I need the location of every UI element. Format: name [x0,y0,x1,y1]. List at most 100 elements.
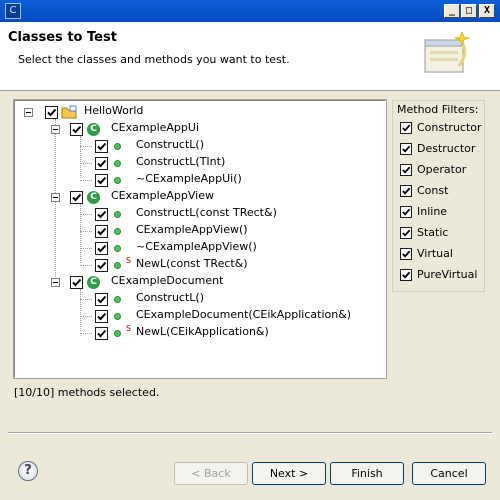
filter-label: Constructor [417,121,482,134]
method-icon [114,313,121,320]
method-checkbox[interactable] [95,310,108,323]
check-mark-icon [402,187,411,195]
title-bar[interactable] [0,0,500,22]
method-checkbox[interactable] [95,327,108,340]
check-mark-icon [97,329,107,338]
filter-checkbox[interactable] [400,185,412,197]
method-checkbox[interactable] [95,140,108,153]
maximize-button[interactable]: □ [461,4,477,18]
method-checkbox[interactable] [95,259,108,272]
method-icon [114,262,121,269]
project-folder-icon [61,105,77,119]
root-label: HelloWorld [84,104,144,117]
method-checkbox[interactable] [95,225,108,238]
cancel-button[interactable]: Cancel [412,462,486,485]
minimize-button[interactable]: _ [444,4,460,18]
method-icon [114,211,121,218]
static-marker: S [126,324,132,333]
method-icon [114,330,121,337]
method-label: ~CExampleAppUi() [136,172,242,185]
check-mark-icon [402,208,411,216]
check-mark-icon [97,210,107,219]
check-mark-icon [97,159,107,168]
class-checkbox[interactable] [70,191,83,204]
filter-label: Inline [417,205,448,218]
tree-line [80,265,92,266]
finish-button[interactable]: Finish [330,462,404,485]
selection-status: [10/10] methods selected. [14,386,160,399]
check-mark-icon [402,271,411,279]
check-mark-icon [97,176,107,185]
check-mark-icon [97,227,107,236]
root-checkbox[interactable] [45,106,58,119]
check-mark-icon [97,295,107,304]
tree-line [80,163,92,164]
method-icon [114,143,121,150]
class-icon: C [87,191,100,204]
wizard-banner-icon [424,31,471,73]
method-label: ConstructL() [136,291,204,304]
filter-checkbox[interactable] [400,206,412,218]
back-button[interactable]: < Back [174,462,248,485]
close-button[interactable]: X [479,4,495,18]
tree-line [80,136,81,178]
method-label: NewL(CEikApplication&) [136,325,269,338]
method-label: ConstructL() [136,138,204,151]
tree-line [80,204,81,263]
app-icon: C [5,3,21,19]
check-mark-icon [402,229,411,237]
check-mark-icon [72,278,82,287]
check-mark-icon [97,261,107,270]
method-label: CExampleAppView() [136,223,248,236]
method-checkbox[interactable] [95,242,108,255]
help-button[interactable]: ? [18,461,38,481]
filter-label: Virtual [417,247,453,260]
method-filters-legend: Method Filters: [397,103,479,116]
check-mark-icon [97,244,107,253]
check-mark-icon [402,124,411,132]
class-checkbox[interactable] [70,276,83,289]
class-expand-toggle[interactable] [51,125,60,134]
tree-line [80,289,81,331]
method-label: ConstructL(TInt) [136,155,226,168]
method-icon [114,177,121,184]
class-label: CExampleAppView [111,189,214,202]
filter-checkbox[interactable] [400,248,412,260]
filter-checkbox[interactable] [400,227,412,239]
method-icon [114,245,121,252]
method-icon [114,228,121,235]
filter-label: Destructor [417,142,476,155]
class-label: CExampleAppUi [111,121,199,134]
method-checkbox[interactable] [95,174,108,187]
method-checkbox[interactable] [95,293,108,306]
filter-checkbox[interactable] [400,143,412,155]
tree-line [80,316,92,317]
method-icon [114,296,121,303]
class-expand-toggle[interactable] [51,193,60,202]
page-description: Select the classes and methods you want … [18,53,290,66]
filter-checkbox[interactable] [400,122,412,134]
root-expand-toggle[interactable] [24,108,33,117]
method-label: ~CExampleAppView() [136,240,257,253]
tree-line [80,146,92,147]
static-marker: S [126,256,132,265]
filter-label: Operator [417,163,467,176]
next-button[interactable]: Next > [252,462,326,485]
method-checkbox[interactable] [95,208,108,221]
method-label: CExampleDocument(CEikApplication&) [136,308,352,321]
filter-label: Static [417,226,449,239]
separator [8,432,492,434]
class-checkbox[interactable] [70,123,83,136]
method-label: NewL(const TRect&) [136,257,248,270]
class-label: CExampleDocument [111,274,224,287]
check-mark-icon [47,108,57,117]
check-mark-icon [97,142,107,151]
class-expand-toggle[interactable] [51,278,60,287]
check-mark-icon [402,145,411,153]
method-checkbox[interactable] [95,157,108,170]
tree-line [80,231,92,232]
filter-checkbox[interactable] [400,269,412,281]
filter-checkbox[interactable] [400,164,412,176]
tree-line [80,299,92,300]
class-icon: C [87,276,100,289]
